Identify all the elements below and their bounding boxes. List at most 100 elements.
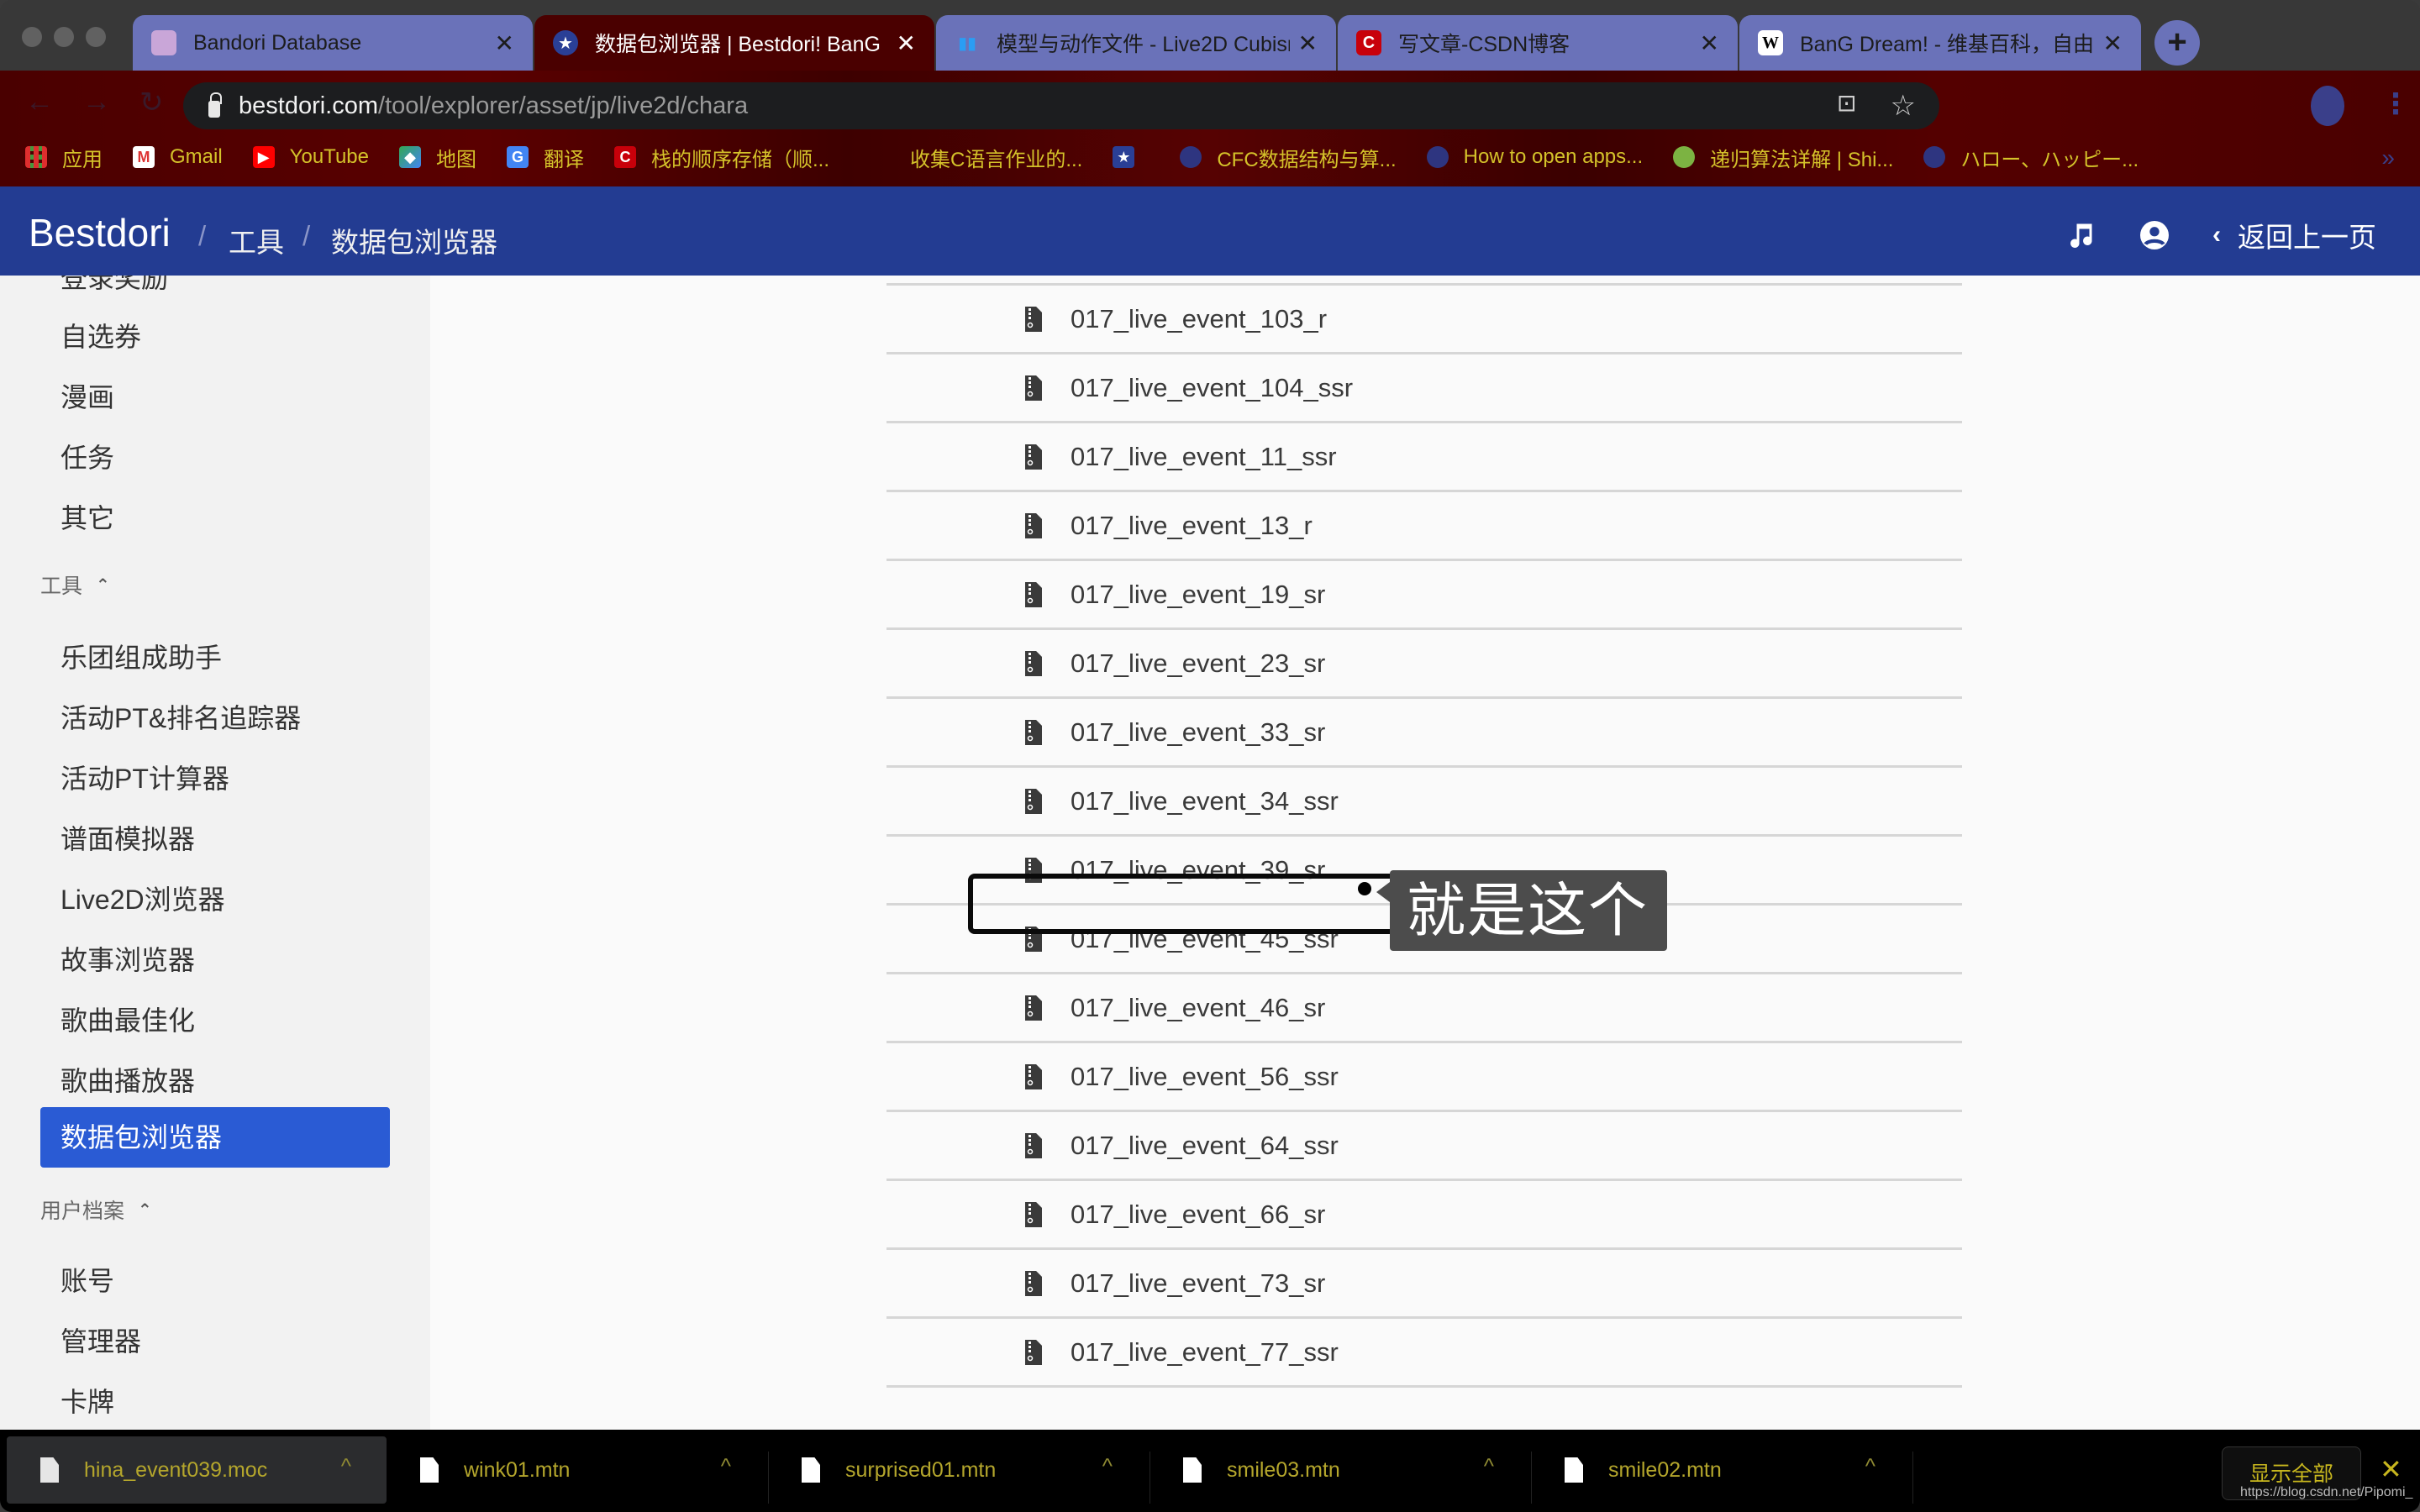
chevron-up-icon[interactable]: ^: [341, 1453, 351, 1479]
profile-avatar-icon[interactable]: [2311, 86, 2344, 126]
file-row[interactable]: 017_live_event_77_ssr: [886, 1319, 1962, 1388]
download-item[interactable]: smile03.mtn ^: [1150, 1436, 1529, 1504]
file-row[interactable]: 017_live_event_66_sr: [886, 1181, 1962, 1250]
bookmarks-overflow-button[interactable]: »: [2381, 144, 2395, 171]
bookmark-recursion[interactable]: 递归算法详解 | Shi...: [1673, 143, 1893, 172]
tab-live2d-docs[interactable]: ▮▮ 模型与动作文件 - Live2D Cubism ✕: [936, 15, 1336, 71]
file-row[interactable]: 017_live_event_103_r: [886, 286, 1962, 354]
sidebar-section-tools[interactable]: 工具 ⌃: [40, 570, 110, 600]
download-item[interactable]: wink01.mtn ^: [387, 1436, 766, 1504]
file-row[interactable]: 017_live_event_46_sr: [886, 974, 1962, 1043]
csdn-icon: C: [1356, 30, 1381, 55]
bookmark-cfc[interactable]: CFC数据结构与算...: [1180, 143, 1397, 172]
chevron-up-icon: ⌃: [138, 1200, 152, 1220]
bookmark-csdn-stack[interactable]: C 栈的顺序存储（顺...: [613, 143, 829, 172]
tab-title: 写文章-CSDN博客: [1398, 33, 1570, 56]
forward-arrow-icon[interactable]: →: [82, 86, 111, 119]
file-row[interactable]: 017_live_event_56_ssr: [886, 1043, 1962, 1112]
file-name: 017_live_event_64_ssr: [1071, 1130, 1339, 1160]
bookmark-youtube[interactable]: ▶ YouTube: [252, 145, 369, 169]
bookmark-apps[interactable]: 应用: [25, 143, 103, 172]
close-tab-icon[interactable]: ✕: [495, 29, 514, 57]
sidebar-item-story-viewer[interactable]: 故事浏览器: [60, 939, 195, 978]
close-tab-icon[interactable]: ✕: [1298, 29, 1318, 57]
file-row[interactable]: 017_live_event_73_sr: [886, 1250, 1962, 1319]
chevron-up-icon[interactable]: ^: [721, 1453, 731, 1479]
sidebar-item-song-optimizer[interactable]: 歌曲最佳化: [60, 1000, 195, 1038]
close-tab-icon[interactable]: ✕: [1700, 29, 1719, 57]
close-tab-icon[interactable]: ✕: [897, 29, 916, 57]
file-row[interactable]: 017_live_event_33_sr: [886, 699, 1962, 768]
sidebar-item-event-tracker[interactable]: 活动PT&排名追踪器: [60, 697, 301, 736]
bookmark-bestdori[interactable]: ★: [1113, 146, 1150, 168]
bookmark-c-homework[interactable]: 收集C语言作业的...: [910, 143, 1082, 172]
sidebar-item-account[interactable]: 账号: [60, 1260, 114, 1299]
tab-bandori-database[interactable]: Bandori Database ✕: [133, 15, 533, 71]
chevron-up-icon[interactable]: ^: [1102, 1453, 1113, 1479]
user-account-icon[interactable]: [2139, 219, 2170, 251]
file-name: 017_live_event_13_r: [1071, 510, 1313, 540]
sidebar-item-manager[interactable]: 管理器: [60, 1320, 141, 1359]
file-row[interactable]: 017_live_event_23_sr: [886, 630, 1962, 699]
bookmark-translate[interactable]: G 翻译: [506, 143, 584, 172]
file-row[interactable]: 017_live_event_100_sr: [886, 276, 1962, 286]
reload-icon[interactable]: ↻: [139, 86, 164, 119]
tab-csdn-write[interactable]: C 写文章-CSDN博客 ✕: [1338, 15, 1738, 71]
file-row[interactable]: 017_live_event_34_ssr: [886, 768, 1962, 837]
sidebar-item-selection-ticket[interactable]: 自选券: [60, 316, 141, 354]
file-row[interactable]: 017_live_event_104_ssr: [886, 354, 1962, 423]
brand-logo[interactable]: Bestdori: [29, 210, 171, 255]
sidebar-item-login-bonus[interactable]: 登录奖励: [60, 276, 168, 296]
sidebar-item-cards[interactable]: 卡牌: [60, 1381, 114, 1420]
chevron-up-icon[interactable]: ^: [1865, 1453, 1876, 1479]
back-arrow-icon[interactable]: ←: [25, 86, 54, 119]
bookmark-maps[interactable]: ◆ 地图: [398, 143, 476, 172]
tab-wikipedia[interactable]: W BanG Dream! - 维基百科，自由 ✕: [1739, 15, 2141, 71]
browser-toolbar: ← → ↻ bestdori.com/tool/explorer/asset/j…: [0, 71, 2420, 186]
translate-icon[interactable]: ⊡: [1837, 89, 1856, 123]
sidebar-item-missions[interactable]: 任务: [60, 437, 114, 475]
download-item[interactable]: hina_event039.moc ^: [7, 1436, 387, 1504]
bookmark-open-apps[interactable]: How to open apps...: [1426, 145, 1643, 169]
file-row[interactable]: 017_live_event_11_ssr: [886, 423, 1962, 492]
sidebar-item-other[interactable]: 其它: [60, 497, 114, 536]
minimize-window-button[interactable]: [54, 27, 74, 47]
file-row[interactable]: 017_live_event_19_sr: [886, 561, 1962, 630]
sidebar-item-band-builder[interactable]: 乐团组成助手: [60, 637, 222, 675]
bookmark-hello-happy[interactable]: ハロー、ハッピー...: [1923, 143, 2139, 172]
close-tab-icon[interactable]: ✕: [2103, 29, 2123, 57]
file-row[interactable]: 017_live_event_13_r: [886, 492, 1962, 561]
section-heading: 用户档案: [40, 1200, 125, 1223]
watermark: https://blog.csdn.net/Pipomi_: [2240, 1485, 2413, 1499]
tab-data-explorer[interactable]: ★ 数据包浏览器 | Bestdori! BanG ✕: [534, 15, 934, 71]
bookmark-star-icon[interactable]: ☆: [1891, 89, 1916, 123]
csdn-icon: C: [613, 146, 636, 168]
back-to-previous-button[interactable]: ‹ 返回上一页: [2212, 215, 2376, 255]
file-name: 017_live_event_66_sr: [1071, 1199, 1326, 1229]
sidebar-item-comics[interactable]: 漫画: [60, 376, 114, 415]
download-item[interactable]: surprised01.mtn ^: [768, 1436, 1148, 1504]
bookmark-gmail[interactable]: M Gmail: [133, 145, 223, 169]
zip-file-icon: [1025, 1132, 1042, 1158]
sidebar-item-chart-simulator[interactable]: 谱面模拟器: [60, 818, 195, 857]
file-row[interactable]: 017_live_event_64_ssr: [886, 1112, 1962, 1181]
chevron-up-icon[interactable]: ^: [1484, 1453, 1494, 1479]
sidebar-item-asset-explorer[interactable]: 数据包浏览器: [40, 1107, 390, 1168]
sidebar-item-song-player[interactable]: 歌曲播放器: [60, 1060, 195, 1099]
music-note-icon[interactable]: [2065, 219, 2096, 251]
close-window-button[interactable]: [22, 27, 42, 47]
new-tab-button[interactable]: +: [2154, 20, 2200, 66]
maximize-window-button[interactable]: [86, 27, 106, 47]
menu-kebab-icon[interactable]: ⋮: [2381, 87, 2410, 121]
sidebar-item-event-calculator[interactable]: 活动PT计算器: [60, 758, 229, 796]
bookmarks-bar: 应用 M Gmail ▶ YouTube ◆ 地图 G 翻译 C 栈的顺序存储（…: [0, 131, 2169, 183]
address-bar[interactable]: bestdori.com/tool/explorer/asset/jp/live…: [183, 82, 1939, 129]
breadcrumb-tools[interactable]: 工具: [229, 220, 284, 260]
download-item[interactable]: smile02.mtn ^: [1531, 1436, 1911, 1504]
breadcrumb-separator: /: [198, 220, 207, 251]
sidebar-item-live2d-viewer[interactable]: Live2D浏览器: [60, 879, 225, 917]
sidebar-section-profile[interactable]: 用户档案 ⌃: [40, 1194, 152, 1225]
download-filename: surprised01.mtn: [845, 1457, 997, 1482]
close-icon[interactable]: ✕: [2380, 1453, 2402, 1485]
bookmark-label: 栈的顺序存储（顺...: [650, 148, 829, 171]
